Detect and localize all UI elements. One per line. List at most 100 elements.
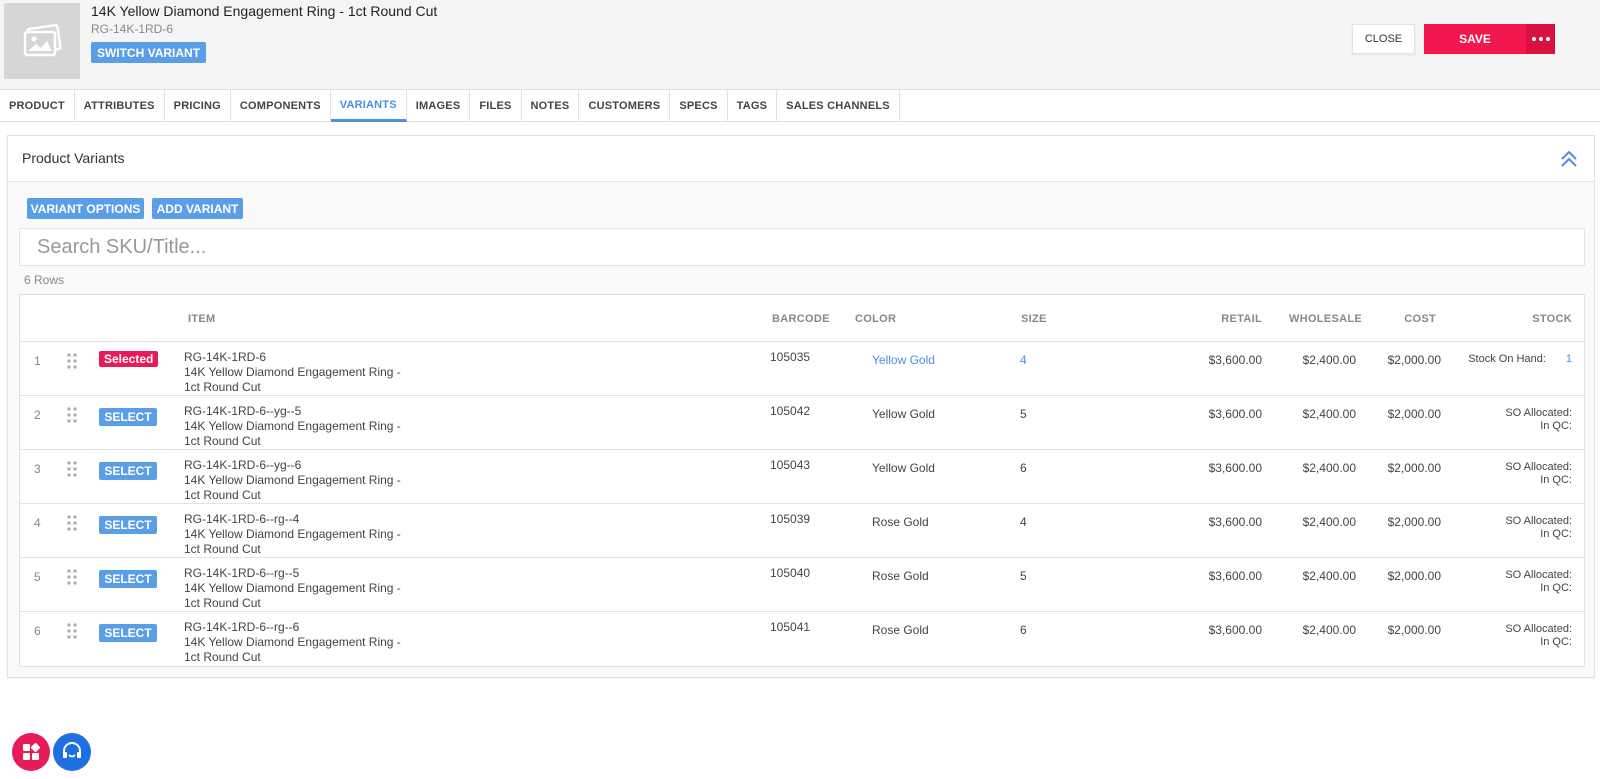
color-link[interactable]: Yellow Gold	[872, 353, 935, 367]
tab-tags[interactable]: TAGS	[728, 90, 778, 122]
select-button[interactable]: SELECT	[99, 570, 157, 588]
select-button[interactable]: SELECT	[99, 516, 157, 534]
drag-handle-icon[interactable]	[67, 623, 77, 639]
tab-components[interactable]: COMPONENTS	[231, 90, 331, 122]
retail-cell: $3,600.00	[1208, 407, 1262, 421]
table-row[interactable]: 4 SELECT RG-14K-1RD-6--rg--4 14K Yellow …	[20, 504, 1584, 558]
header-wholesale[interactable]: WHOLESALE	[1289, 313, 1362, 325]
cost-cell: $2,000.00	[1387, 407, 1441, 421]
table-row[interactable]: 1 Selected RG-14K-1RD-6 14K Yellow Diamo…	[20, 342, 1584, 396]
row-number: 2	[34, 408, 41, 422]
header-cost[interactable]: COST	[1404, 313, 1436, 325]
item-title-line2: 1ct Round Cut	[184, 488, 261, 502]
support-icon[interactable]	[53, 733, 91, 771]
tab-product[interactable]: PRODUCT	[0, 90, 75, 122]
search-input[interactable]: Search SKU/Title...	[19, 228, 1585, 266]
wholesale-cell: $2,400.00	[1302, 623, 1356, 637]
selected-badge: Selected	[99, 351, 159, 367]
select-button[interactable]: SELECT	[99, 408, 157, 426]
select-button[interactable]: SELECT	[99, 624, 157, 642]
table-row[interactable]: 5 SELECT RG-14K-1RD-6--rg--5 14K Yellow …	[20, 558, 1584, 612]
color-cell: Rose Gold	[872, 623, 929, 637]
switch-variant-button[interactable]: SWITCH VARIANT	[91, 42, 206, 63]
retail-cell: $3,600.00	[1208, 461, 1262, 475]
item-cell: RG-14K-1RD-6--yg--5 14K Yellow Diamond E…	[184, 404, 424, 449]
item-sku: RG-14K-1RD-6--rg--4	[184, 512, 300, 526]
product-header: 14K Yellow Diamond Engagement Ring - 1ct…	[0, 0, 1600, 90]
tab-images[interactable]: IMAGES	[407, 90, 471, 122]
save-button[interactable]: SAVE	[1424, 24, 1526, 54]
stock-cell: SO Allocated: In QC:	[1505, 623, 1572, 649]
color-cell: Yellow Gold	[872, 461, 935, 475]
tab-bar: PRODUCT ATTRIBUTES PRICING COMPONENTS VA…	[0, 90, 1600, 122]
size-cell: 5	[1020, 569, 1027, 583]
drag-handle-icon[interactable]	[67, 515, 77, 531]
product-variants-panel: Product Variants VARIANT OPTIONS ADD VAR…	[7, 135, 1595, 678]
stock-cell: SO Allocated: In QC:	[1505, 461, 1572, 487]
tab-specs[interactable]: SPECS	[670, 90, 728, 122]
image-placeholder-icon	[23, 24, 62, 57]
apps-icon[interactable]	[12, 733, 50, 771]
in-qc-label: In QC:	[1540, 420, 1572, 432]
rows-count: 6 Rows	[24, 273, 65, 287]
size-cell: 5	[1020, 407, 1027, 421]
tab-notes[interactable]: NOTES	[522, 90, 580, 122]
stock-on-hand-label: Stock On Hand:	[1468, 353, 1546, 365]
table-row[interactable]: 6 SELECT RG-14K-1RD-6--rg--6 14K Yellow …	[20, 612, 1584, 666]
stock-cell: SO Allocated: In QC:	[1505, 569, 1572, 595]
so-allocated-label: SO Allocated:	[1505, 515, 1572, 527]
item-title-line2: 1ct Round Cut	[184, 596, 261, 610]
tab-sales-channels[interactable]: SALES CHANNELS	[777, 90, 900, 122]
double-chevron-up-icon[interactable]	[1558, 148, 1580, 170]
tab-attributes[interactable]: ATTRIBUTES	[75, 90, 165, 122]
wholesale-cell: $2,400.00	[1302, 353, 1356, 367]
so-allocated-label: SO Allocated:	[1505, 407, 1572, 419]
cost-cell: $2,000.00	[1387, 623, 1441, 637]
cost-cell: $2,000.00	[1387, 353, 1441, 367]
table-row[interactable]: 3 SELECT RG-14K-1RD-6--yg--6 14K Yellow …	[20, 450, 1584, 504]
barcode-cell: 105039	[770, 512, 811, 526]
cost-cell: $2,000.00	[1387, 461, 1441, 475]
retail-cell: $3,600.00	[1208, 623, 1262, 637]
retail-cell: $3,600.00	[1208, 569, 1262, 583]
drag-handle-icon[interactable]	[67, 407, 77, 423]
item-sku: RG-14K-1RD-6--rg--6	[184, 620, 300, 634]
close-button[interactable]: CLOSE	[1352, 24, 1415, 54]
item-sku: RG-14K-1RD-6	[184, 350, 267, 364]
variant-options-button[interactable]: VARIANT OPTIONS	[27, 198, 144, 219]
drag-handle-icon[interactable]	[67, 461, 77, 477]
so-allocated-label: SO Allocated:	[1505, 569, 1572, 581]
stock-on-hand-value[interactable]: 1	[1566, 353, 1572, 366]
retail-cell: $3,600.00	[1208, 515, 1262, 529]
drag-handle-icon[interactable]	[67, 353, 77, 369]
so-allocated-label: SO Allocated:	[1505, 461, 1572, 473]
header-size[interactable]: SIZE	[1021, 313, 1047, 325]
header-retail[interactable]: RETAIL	[1221, 313, 1262, 325]
tab-pricing[interactable]: PRICING	[165, 90, 231, 122]
size-cell: 4	[1020, 515, 1027, 529]
wholesale-cell: $2,400.00	[1302, 461, 1356, 475]
item-title-line2: 1ct Round Cut	[184, 650, 261, 664]
header-barcode[interactable]: BARCODE	[772, 313, 830, 325]
in-qc-label: In QC:	[1540, 474, 1572, 486]
tab-customers[interactable]: CUSTOMERS	[579, 90, 671, 122]
stock-cell: Stock On Hand: 1	[1468, 353, 1572, 366]
select-button[interactable]: SELECT	[99, 462, 157, 480]
more-dots-icon[interactable]	[1526, 24, 1555, 54]
header-stock[interactable]: STOCK	[1532, 313, 1572, 325]
header-item[interactable]: ITEM	[188, 313, 215, 325]
tab-variants[interactable]: VARIANTS	[330, 90, 407, 122]
header-color[interactable]: COLOR	[855, 313, 896, 325]
drag-handle-icon[interactable]	[67, 569, 77, 585]
size-cell: 6	[1020, 623, 1027, 637]
retail-cell: $3,600.00	[1208, 353, 1262, 367]
size-link[interactable]: 4	[1020, 353, 1027, 367]
add-variant-button[interactable]: ADD VARIANT	[152, 198, 243, 219]
barcode-cell: 105041	[770, 620, 811, 634]
table-row[interactable]: 2 SELECT RG-14K-1RD-6--yg--5 14K Yellow …	[20, 396, 1584, 450]
product-thumbnail[interactable]	[4, 3, 80, 79]
item-sku: RG-14K-1RD-6--rg--5	[184, 566, 300, 580]
product-sku: RG-14K-1RD-6	[91, 22, 174, 36]
tab-files[interactable]: FILES	[470, 90, 522, 122]
stock-cell: SO Allocated: In QC:	[1505, 515, 1572, 541]
